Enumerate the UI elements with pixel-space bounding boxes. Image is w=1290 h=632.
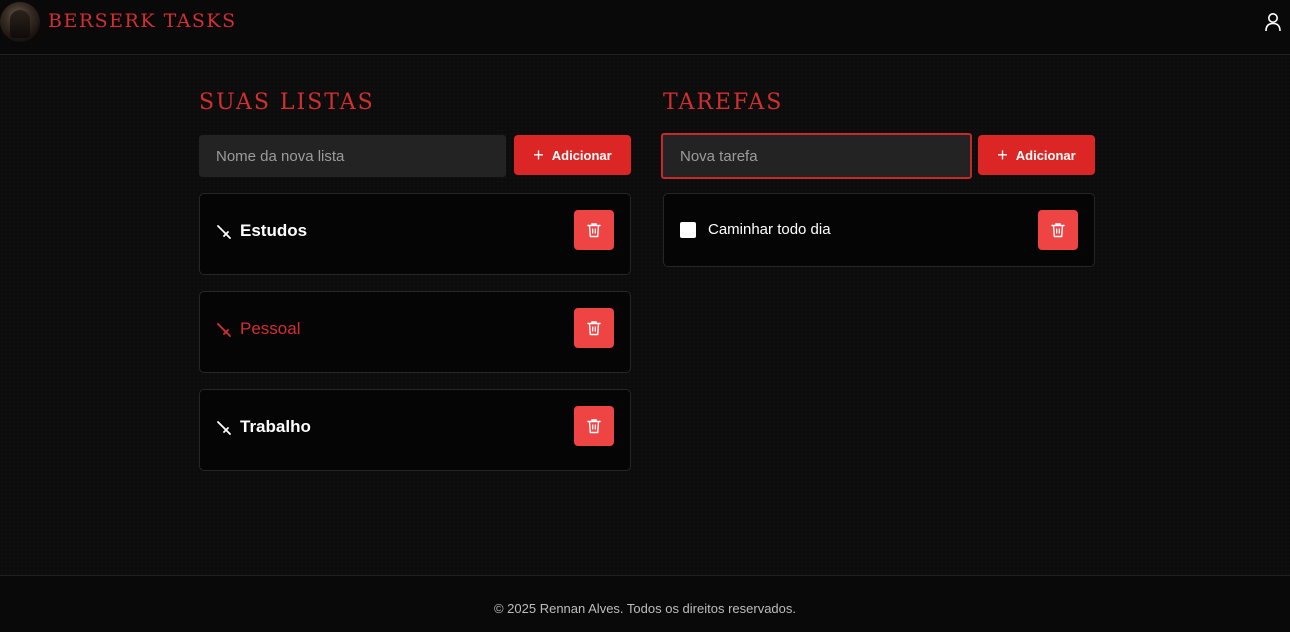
add-list-button[interactable]: + Adicionar — [514, 135, 631, 175]
user-icon[interactable] — [1264, 12, 1282, 32]
task-item: Caminhar todo dia — [663, 193, 1095, 267]
delete-list-button[interactable] — [574, 308, 614, 348]
lists-title: SUAS LISTAS — [199, 90, 375, 115]
list-name-active: Pessoal — [240, 319, 301, 338]
add-task-label: Adicionar — [1015, 147, 1076, 163]
brand-title: BERSERK TASKS — [48, 10, 237, 32]
list-name: Estudos — [240, 221, 308, 240]
list-item-trabalho[interactable]: Trabalho — [199, 389, 631, 471]
trash-icon — [1051, 223, 1065, 238]
top-bar: BERSERK TASKS — [0, 0, 1290, 55]
new-task-input[interactable] — [661, 133, 972, 179]
tasks-title: TAREFAS — [663, 90, 784, 115]
new-list-input[interactable] — [199, 135, 506, 177]
sword-icon — [217, 421, 231, 435]
delete-task-button[interactable] — [1038, 210, 1078, 250]
footer: © 2025 Rennan Alves. Todos os direitos r… — [0, 575, 1290, 632]
brand-avatar — [0, 2, 40, 42]
trash-icon — [587, 223, 601, 238]
sword-icon — [217, 323, 231, 337]
add-list-label: Adicionar — [551, 147, 612, 163]
list-item-estudos[interactable]: Estudos — [199, 193, 631, 275]
plus-icon: + — [997, 145, 1008, 165]
trash-icon — [587, 321, 601, 336]
trash-icon — [587, 419, 601, 434]
list-item-pessoal[interactable]: Pessoal — [199, 291, 631, 373]
plus-icon: + — [533, 145, 544, 165]
avatar-figure — [10, 10, 30, 38]
delete-list-button[interactable] — [574, 210, 614, 250]
app-page: BERSERK TASKS SUAS LISTAS + Adicionar Es… — [0, 0, 1290, 632]
task-text: Caminhar todo dia — [708, 221, 831, 238]
sword-icon — [217, 225, 231, 239]
add-task-button[interactable]: + Adicionar — [978, 135, 1095, 175]
task-checkbox[interactable] — [680, 222, 696, 238]
delete-list-button[interactable] — [574, 406, 614, 446]
list-name: Trabalho — [240, 417, 311, 436]
footer-copyright: © 2025 Rennan Alves. Todos os direitos r… — [493, 601, 796, 616]
